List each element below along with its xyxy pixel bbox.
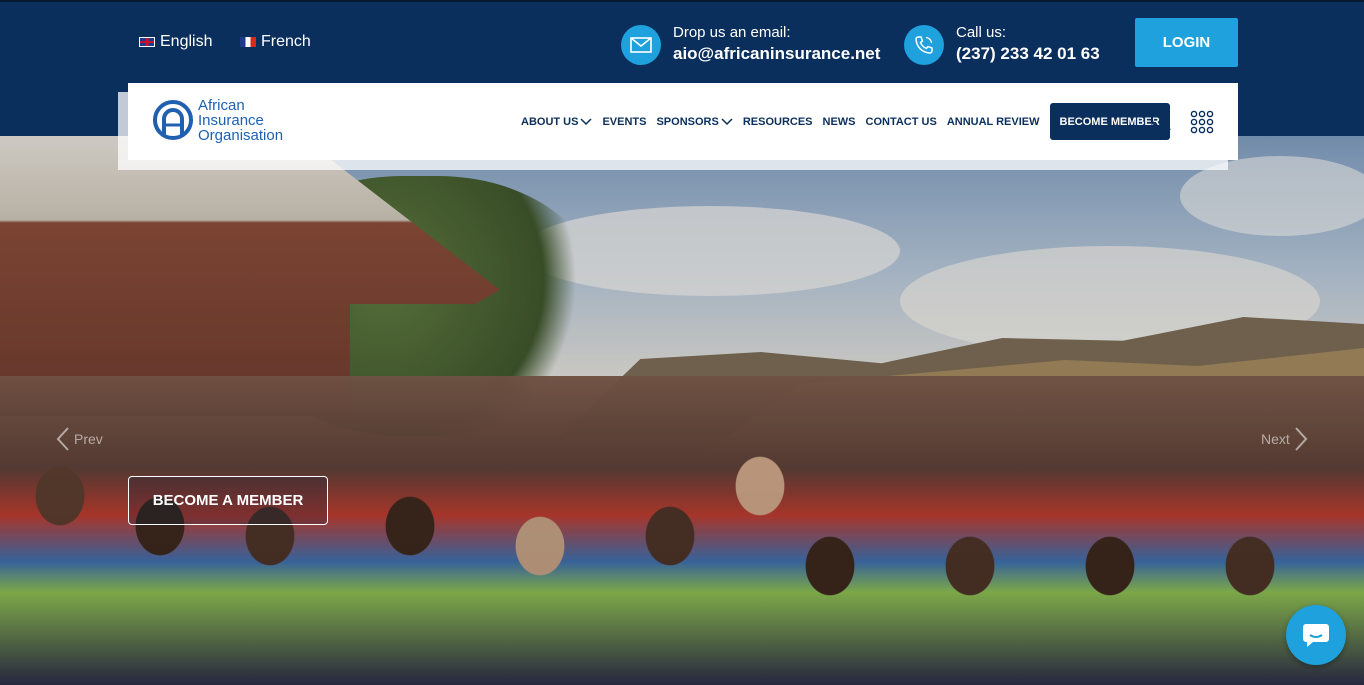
- chat-bubble-icon: [1303, 624, 1329, 647]
- nav-item-annual-review[interactable]: ANNUAL REVIEW: [947, 116, 1040, 128]
- nav-item-resources[interactable]: RESOURCES: [743, 116, 813, 128]
- login-button[interactable]: LOGIN: [1135, 18, 1238, 67]
- nav-item-label: ANNUAL REVIEW: [946, 115, 1040, 128]
- chevron-right-icon: [1295, 427, 1308, 451]
- logo-text-line2: Insurance: [198, 111, 264, 129]
- nav-item-label: RESOURCES: [742, 115, 813, 128]
- email-label: Drop us an email:: [673, 24, 791, 41]
- email-contact: Drop us an email: aio@africaninsurance.n…: [621, 24, 880, 66]
- slider-prev-label: Prev: [74, 431, 103, 447]
- chevron-down-icon: [580, 117, 592, 125]
- language-french-label: French: [261, 33, 311, 50]
- language-english-label: English: [160, 33, 213, 50]
- logo-text-line1: African: [198, 96, 245, 114]
- search-icon[interactable]: [1150, 110, 1172, 137]
- chevron-left-icon: [56, 427, 69, 451]
- chevron-down-icon: [721, 117, 733, 125]
- main-nav: African Insurance Organisation ABOUT US …: [128, 83, 1238, 160]
- nav-item-sponsors[interactable]: SPONSORS: [656, 115, 733, 128]
- language-french[interactable]: French: [240, 33, 311, 51]
- slider-next-button[interactable]: Next: [1261, 426, 1308, 452]
- phone-label: Call us:: [956, 24, 1007, 41]
- phone-contact: Call us: (237) 233 42 01 63: [904, 24, 1100, 66]
- nav-item-label: CONTACT US: [865, 115, 937, 128]
- nav-item-news[interactable]: NEWS: [823, 116, 856, 128]
- phone-link[interactable]: (237) 233 42 01 63: [956, 42, 1100, 66]
- envelope-icon: [621, 25, 661, 65]
- nav-item-label: SPONSORS: [656, 115, 719, 128]
- phone-icon: [904, 25, 944, 65]
- language-english[interactable]: English: [139, 33, 212, 51]
- slider-next-label: Next: [1261, 431, 1290, 447]
- become-a-member-button[interactable]: BECOME A MEMBER: [128, 476, 328, 525]
- apps-grid-icon[interactable]: [1190, 110, 1214, 139]
- logo-text-line3: Organisation: [198, 126, 284, 144]
- hero-slider: Prev Next BECOME A MEMBER: [0, 136, 1364, 685]
- uk-flag-icon: [139, 37, 155, 47]
- aio-logo-icon: [153, 100, 193, 140]
- nav-menu: ABOUT US EVENTS SPONSORS RESOURCES NEWS …: [521, 103, 1170, 140]
- site-logo[interactable]: African Insurance Organisation: [152, 97, 283, 143]
- france-flag-icon: [240, 37, 256, 47]
- nav-item-label: NEWS: [822, 115, 856, 128]
- email-link[interactable]: aio@africaninsurance.net: [673, 42, 880, 66]
- nav-item-contact-us[interactable]: CONTACT US: [866, 116, 937, 128]
- nav-item-events[interactable]: EVENTS: [602, 116, 646, 128]
- nav-item-label: EVENTS: [602, 115, 647, 128]
- chat-widget-button[interactable]: [1286, 605, 1346, 665]
- slider-prev-button[interactable]: Prev: [56, 426, 103, 452]
- nav-item-label: ABOUT US: [521, 115, 579, 128]
- hero-overlay: [0, 136, 1364, 685]
- nav-item-about-us[interactable]: ABOUT US: [521, 116, 592, 128]
